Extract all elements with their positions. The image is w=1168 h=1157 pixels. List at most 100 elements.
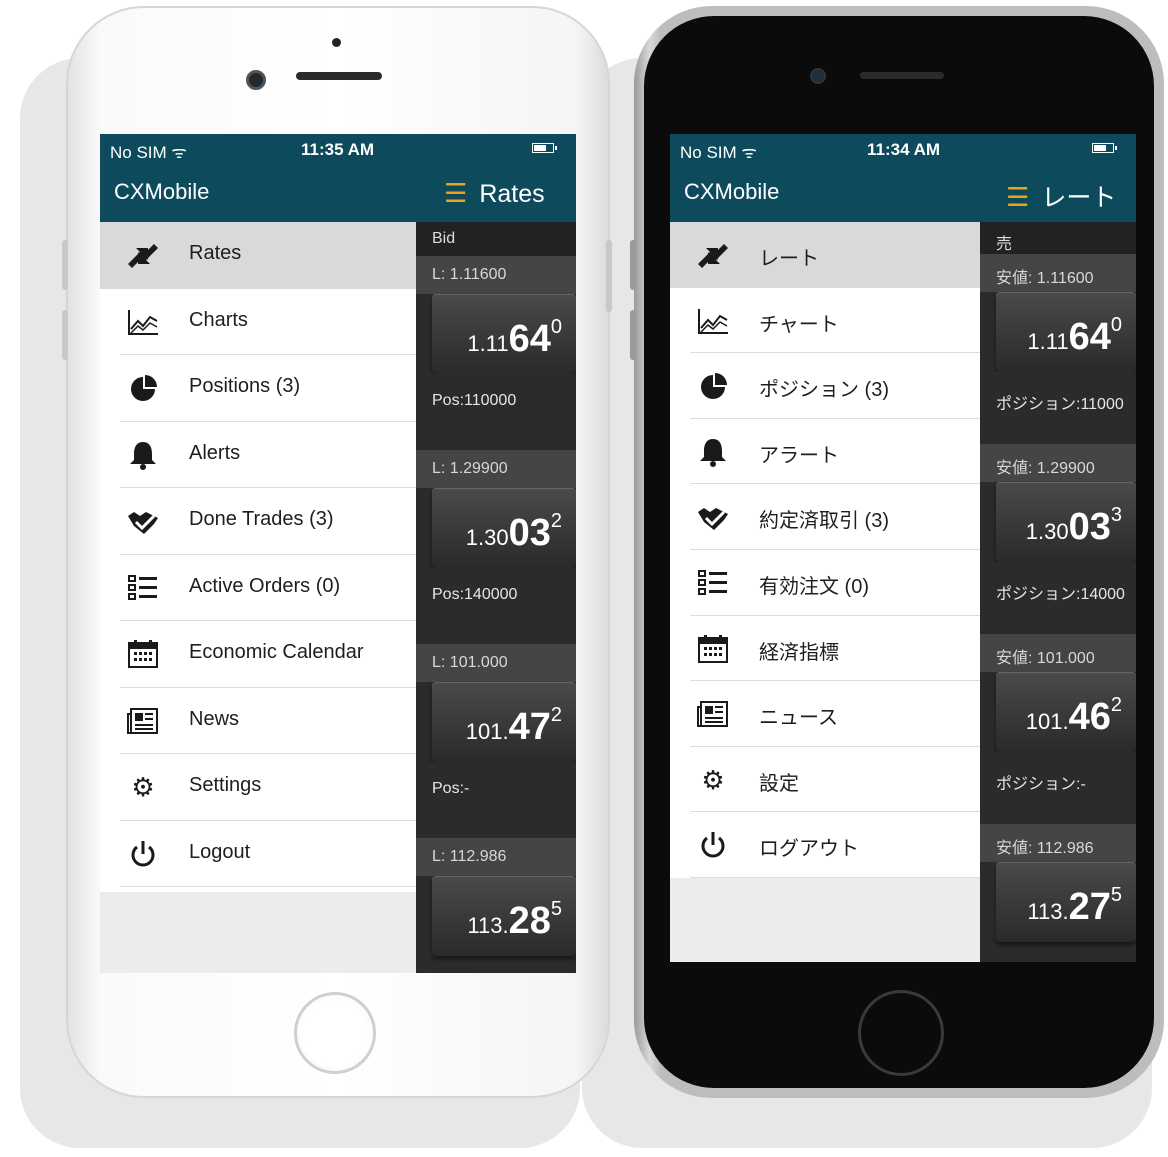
- screen-japanese: CXMobile レート チャート ポジション (3) アラート 約定済取引 (…: [670, 134, 1136, 962]
- menu-item-alerts[interactable]: アラート: [670, 419, 980, 485]
- menu-item-economic-calendar[interactable]: 経済指標: [670, 616, 980, 682]
- rates-title: レート: [1041, 184, 1117, 212]
- menu-item-label: Active Orders (0): [189, 574, 341, 597]
- rate-prefix: 101.: [465, 719, 509, 744]
- gear-icon: ⚙: [701, 764, 725, 795]
- menu-item-charts[interactable]: Charts: [100, 289, 416, 355]
- menu-footer-area: [100, 892, 416, 973]
- rates-icon: [696, 240, 730, 270]
- menu-item-news[interactable]: News: [100, 688, 416, 754]
- rate-row[interactable]: L: 1.11600 1.11640 Pos:110000: [416, 256, 576, 430]
- rate-low: L: 101.000: [416, 644, 576, 682]
- charts-icon: [696, 306, 730, 336]
- home-button[interactable]: [294, 992, 376, 1074]
- menu-item-positions[interactable]: ポジション (3): [670, 353, 980, 419]
- menu-item-label: 約定済取引 (3): [759, 510, 889, 533]
- rate-row[interactable]: L: 1.29900 1.30032 Pos:140000: [416, 450, 576, 624]
- menu-item-label: ニュース: [759, 707, 838, 730]
- earpiece-speaker: [296, 72, 382, 80]
- menu-item-charts[interactable]: チャート: [670, 288, 980, 354]
- list-icon: [696, 568, 730, 598]
- rate-pips: 28: [508, 900, 551, 942]
- menu-item-logout[interactable]: ログアウト: [670, 812, 980, 878]
- menu-item-label: Settings: [189, 774, 262, 796]
- menu-item-done-trades[interactable]: 約定済取引 (3): [670, 484, 980, 550]
- menu-item-alerts[interactable]: Alerts: [100, 422, 416, 488]
- rate-low: 安値: 1.11600: [980, 254, 1136, 292]
- rate-low: 安値: 101.000: [980, 634, 1136, 672]
- menu-item-rates[interactable]: レート: [670, 222, 980, 288]
- menu-item-active-orders[interactable]: 有効注文 (0): [670, 550, 980, 616]
- rate-bid-button[interactable]: 101.472: [432, 682, 576, 762]
- calendar-icon: [696, 634, 730, 664]
- carrier-label: No SIM ᯤ: [110, 143, 187, 162]
- bell-icon: [126, 440, 160, 470]
- news-icon: [126, 706, 160, 736]
- rate-prefix: 1.11: [1027, 329, 1069, 354]
- power-icon: [126, 839, 160, 869]
- carrier-label: No SIM ᯤ: [680, 143, 757, 162]
- screen-english: CXMobile Rates Charts Positions (3) Aler…: [100, 134, 576, 973]
- rate-bid-button[interactable]: 1.30033: [996, 482, 1136, 562]
- rate-fraction: 3: [1110, 504, 1122, 526]
- menu-item-economic-calendar[interactable]: Economic Calendar: [100, 621, 416, 688]
- menu-item-label: 有効注文 (0): [759, 575, 869, 598]
- rate-position: ポジション:11000: [980, 372, 1136, 428]
- menu-item-label: Economic Calendar: [189, 641, 364, 663]
- rate-fraction: 5: [550, 898, 562, 920]
- rate-low: 安値: 112.986: [980, 824, 1136, 862]
- rate-row[interactable]: L: 112.986 113.285: [416, 838, 576, 956]
- menu-list: Rates Charts Positions (3) Alerts Done T…: [100, 222, 416, 887]
- rate-bid-button[interactable]: 113.285: [432, 876, 576, 956]
- calendar-icon: [126, 639, 160, 669]
- menu-item-settings[interactable]: ⚙ 設定: [670, 747, 980, 813]
- rate-position: ポジション:-: [980, 752, 1136, 808]
- rate-prefix: 113.: [1027, 899, 1069, 924]
- menu-item-active-orders[interactable]: Active Orders (0): [100, 555, 416, 621]
- pie-chart-icon: [696, 371, 730, 401]
- rate-prefix: 1.11: [467, 331, 509, 356]
- menu-item-positions[interactable]: Positions (3): [100, 355, 416, 422]
- volume-button: [62, 240, 68, 290]
- menu-item-logout[interactable]: Logout: [100, 821, 416, 887]
- rate-row[interactable]: 安値: 1.11600 1.11640 ポジション:11000: [980, 254, 1136, 428]
- menu-item-label: ログアウト: [759, 838, 859, 861]
- menu-item-label: News: [189, 707, 240, 730]
- rate-fraction: 0: [1110, 314, 1122, 336]
- rate-bid-button[interactable]: 101.462: [996, 672, 1136, 752]
- menu-item-settings[interactable]: ⚙ Settings: [100, 754, 416, 821]
- rates-panel: ☰ Rates Bid L: 1.11600 1.11640 Pos:110000…: [416, 134, 576, 973]
- clock: 11:35 AM: [301, 140, 375, 159]
- rate-bid-button[interactable]: 1.11640: [432, 294, 576, 374]
- menu-item-label: Alerts: [189, 441, 241, 464]
- rate-bid-button[interactable]: 1.30032: [432, 488, 576, 568]
- bid-column-label: 売: [980, 222, 1136, 256]
- menu-item-label: Rates: [189, 242, 242, 264]
- rate-row[interactable]: L: 101.000 101.472 Pos:-: [416, 644, 576, 818]
- hamburger-menu-icon[interactable]: ☰: [444, 178, 467, 208]
- rates-icon: [126, 240, 160, 270]
- rate-pips: 64: [508, 318, 551, 360]
- battery-icon: [532, 143, 557, 153]
- hamburger-menu-icon[interactable]: ☰: [1006, 182, 1029, 212]
- rate-fraction: 2: [550, 510, 562, 532]
- rate-row[interactable]: 安値: 1.29900 1.30033 ポジション:14000: [980, 444, 1136, 618]
- proximity-sensor: [332, 38, 341, 47]
- rate-bid-button[interactable]: 113.275: [996, 862, 1136, 942]
- menu-item-rates[interactable]: Rates: [100, 222, 416, 289]
- menu-item-label: レート: [759, 248, 819, 270]
- rate-low: L: 1.29900: [416, 450, 576, 488]
- menu-item-label: 経済指標: [759, 641, 839, 664]
- rate-row[interactable]: 安値: 112.986 113.275: [980, 824, 1136, 942]
- rate-position: ポジション:14000: [980, 562, 1136, 618]
- app-title: CXMobile: [684, 179, 780, 204]
- status-bar: No SIM ᯤ 11:35 AM: [100, 134, 576, 166]
- rate-prefix: 1.30: [465, 525, 509, 550]
- menu-item-done-trades[interactable]: Done Trades (3): [100, 488, 416, 555]
- menu-item-news[interactable]: ニュース: [670, 681, 980, 747]
- home-button[interactable]: [858, 990, 944, 1076]
- rate-row[interactable]: 安値: 101.000 101.462 ポジション:-: [980, 634, 1136, 808]
- rate-bid-button[interactable]: 1.11640: [996, 292, 1136, 372]
- bell-icon: [696, 437, 730, 467]
- rate-prefix: 1.30: [1025, 519, 1069, 544]
